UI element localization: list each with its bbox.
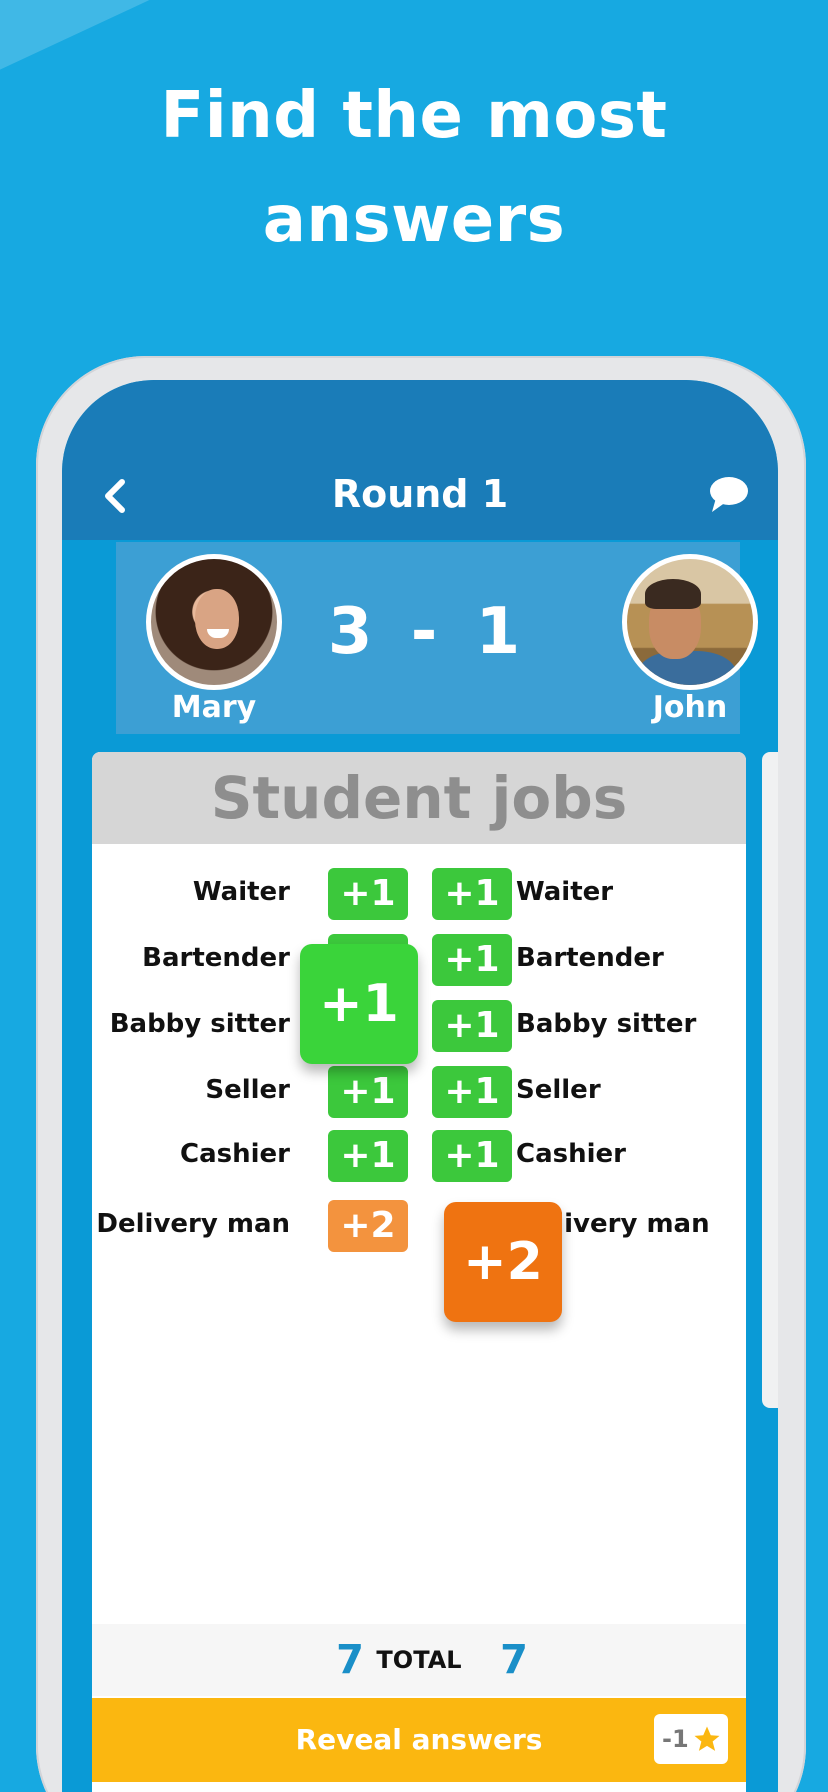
points-popup-green: +1 — [300, 944, 418, 1064]
points-popup-orange: +2 — [444, 1202, 562, 1322]
points-left: +1 — [328, 1130, 408, 1182]
chat-bubble-icon — [710, 477, 748, 512]
top-nav-bar: Round 1 — [62, 380, 778, 540]
reveal-cost-badge: -1 — [654, 1714, 728, 1764]
answer-row: Cashier +1 +1 Cashier — [92, 1126, 746, 1182]
answer-right: Seller — [516, 1075, 601, 1105]
points-left: +1 — [328, 1066, 408, 1118]
answer-row: Delivery man +2 Delivery man — [92, 1196, 746, 1252]
avatar-john — [622, 554, 758, 690]
totals-bar: 7 TOTAL 7 — [92, 1624, 746, 1696]
answer-left: Bartender — [142, 943, 290, 973]
player-name-right: John — [652, 690, 728, 725]
answers-card: Student jobs Waiter +1 +1 Waiter Bartend… — [92, 752, 746, 1792]
answer-left: Babby sitter — [109, 1009, 290, 1039]
answer-right: Bartender — [516, 943, 664, 973]
star-icon — [694, 1726, 720, 1751]
app-screen: Round 1 Mary 3 - 1 John Student jobs Wai… — [62, 380, 778, 1792]
answer-row: Waiter +1 +1 Waiter — [92, 864, 746, 920]
next-card-peek — [762, 752, 778, 1408]
answer-left: Waiter — [192, 877, 290, 907]
answer-left: Delivery man — [96, 1209, 290, 1239]
answer-right: Waiter — [516, 877, 614, 907]
reveal-answers-button[interactable]: Reveal answers — [92, 1698, 746, 1782]
player-name-left: Mary — [171, 690, 257, 725]
points-left: +1 — [328, 868, 408, 920]
promo-line-1: Find the most — [160, 79, 668, 153]
total-label: TOTAL — [376, 1646, 462, 1674]
category-title: Student jobs — [92, 752, 746, 844]
points-right: +1 — [432, 1000, 512, 1052]
answer-row: Seller +1 +1 Seller — [92, 1062, 746, 1118]
answer-row: Babby sitter +1 Babby sitter — [92, 996, 746, 1052]
points-left: +2 — [328, 1200, 408, 1252]
promo-title: Find the most answers — [0, 64, 828, 272]
chat-button[interactable] — [708, 474, 750, 514]
cost-value: -1 — [662, 1725, 689, 1753]
answer-right: Babby sitter — [516, 1009, 697, 1039]
promo-line-2: answers — [262, 183, 566, 257]
answer-right: Cashier — [516, 1139, 626, 1169]
total-right: 7 — [500, 1637, 528, 1683]
round-title: Round 1 — [331, 472, 509, 516]
points-right: +1 — [432, 1066, 512, 1118]
points-right: +1 — [432, 934, 512, 986]
answer-left: Cashier — [180, 1139, 290, 1169]
points-right: +1 — [432, 1130, 512, 1182]
answer-row: Bartender +1 +1 Bartender — [92, 930, 746, 986]
reveal-label: Reveal answers — [295, 1723, 543, 1756]
scoreboard: Mary 3 - 1 John — [116, 542, 758, 734]
points-right: +1 — [432, 868, 512, 920]
answer-left: Seller — [205, 1075, 290, 1105]
